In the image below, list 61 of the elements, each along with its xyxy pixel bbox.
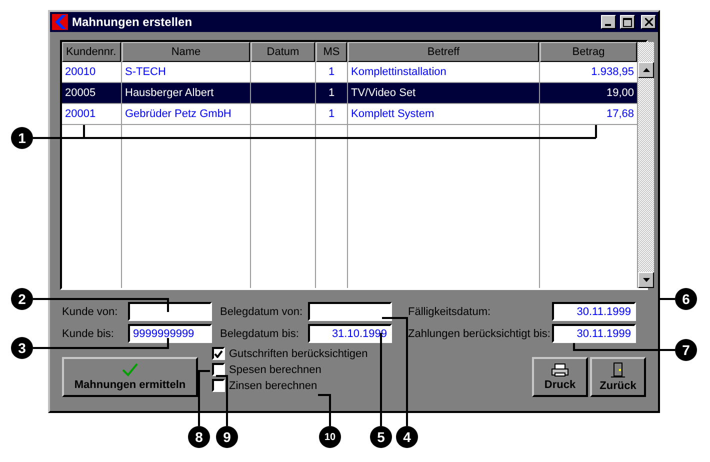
scroll-down-button[interactable]: [638, 272, 654, 288]
table-cell: Hausberger Albert: [122, 83, 250, 104]
checkbox-label: Gutschriften berücksichtigen: [229, 348, 368, 360]
field-label: Belegdatum bis:: [219, 328, 300, 340]
table-cell: TV/Video Set: [348, 83, 539, 104]
checkbox[interactable]: [212, 379, 225, 392]
field-label: Kunde bis:: [62, 328, 115, 340]
checkbox-label: Spesen berechnen: [229, 364, 322, 376]
maximize-icon: [623, 18, 632, 26]
column-header[interactable]: Kundennr.: [62, 42, 121, 62]
callout-number: 4: [396, 426, 418, 448]
input-field[interactable]: 30.11.1999: [552, 302, 636, 321]
leader-line: [198, 370, 210, 426]
callout-number: 9: [216, 426, 238, 448]
door-icon: [611, 362, 625, 378]
printer-icon: [551, 363, 569, 377]
input-field[interactable]: [128, 302, 212, 321]
input-field[interactable]: 9999999999: [128, 324, 212, 343]
action-button[interactable]: Druck: [532, 357, 588, 397]
leader-line: [658, 298, 675, 300]
checkmark-icon: [122, 363, 138, 377]
window-title: Mahnungen erstellen: [72, 15, 194, 29]
callout-number: 2: [11, 288, 33, 310]
scroll-up-button[interactable]: [638, 62, 654, 78]
checkbox-label: Zinsen berechnen: [229, 380, 318, 392]
column-header[interactable]: Name: [122, 42, 250, 62]
input-field[interactable]: [308, 302, 392, 321]
down-arrow-icon: [642, 278, 650, 282]
input-field[interactable]: 31.10.1999: [308, 324, 392, 343]
maximize-button[interactable]: [620, 15, 635, 29]
callout-number: 7: [675, 339, 697, 361]
leader-line: [318, 394, 331, 426]
callout-number: 1: [11, 127, 33, 149]
field-label: Belegdatum von:: [219, 306, 304, 318]
table-cell: 20005: [62, 83, 121, 104]
column-header[interactable]: Betreff: [348, 42, 539, 62]
leader-line: [216, 375, 228, 426]
field-label: Kunde von:: [62, 306, 119, 318]
callout-number: 5: [370, 426, 392, 448]
close-button[interactable]: [641, 15, 656, 29]
input-field[interactable]: 30.11.1999: [552, 324, 636, 343]
column-header[interactable]: Betrag: [540, 42, 637, 62]
table-cell: 19,00: [540, 83, 637, 104]
close-icon: [644, 18, 652, 26]
field-label: Zahlungen berücksichtigt bis:: [407, 328, 552, 340]
up-arrow-icon: [642, 68, 650, 72]
field-label: Fälligkeitsdatum:: [407, 306, 492, 318]
table-cell: 1: [316, 83, 347, 104]
minimize-button[interactable]: [601, 15, 616, 29]
scrollbar[interactable]: [638, 42, 654, 288]
action-button[interactable]: Zurück: [590, 357, 646, 397]
callout-number: 3: [11, 337, 33, 359]
app-logo-icon: [52, 14, 68, 30]
checkbox[interactable]: [212, 363, 225, 376]
callout-number: 10: [319, 426, 341, 448]
column-header[interactable]: Datum: [251, 42, 315, 62]
callout-number: 8: [188, 426, 210, 448]
callout-number: 6: [675, 288, 697, 310]
column-header[interactable]: MS: [316, 42, 347, 62]
action-button[interactable]: Mahnungen ermitteln: [62, 357, 198, 397]
checkbox[interactable]: [212, 347, 225, 360]
